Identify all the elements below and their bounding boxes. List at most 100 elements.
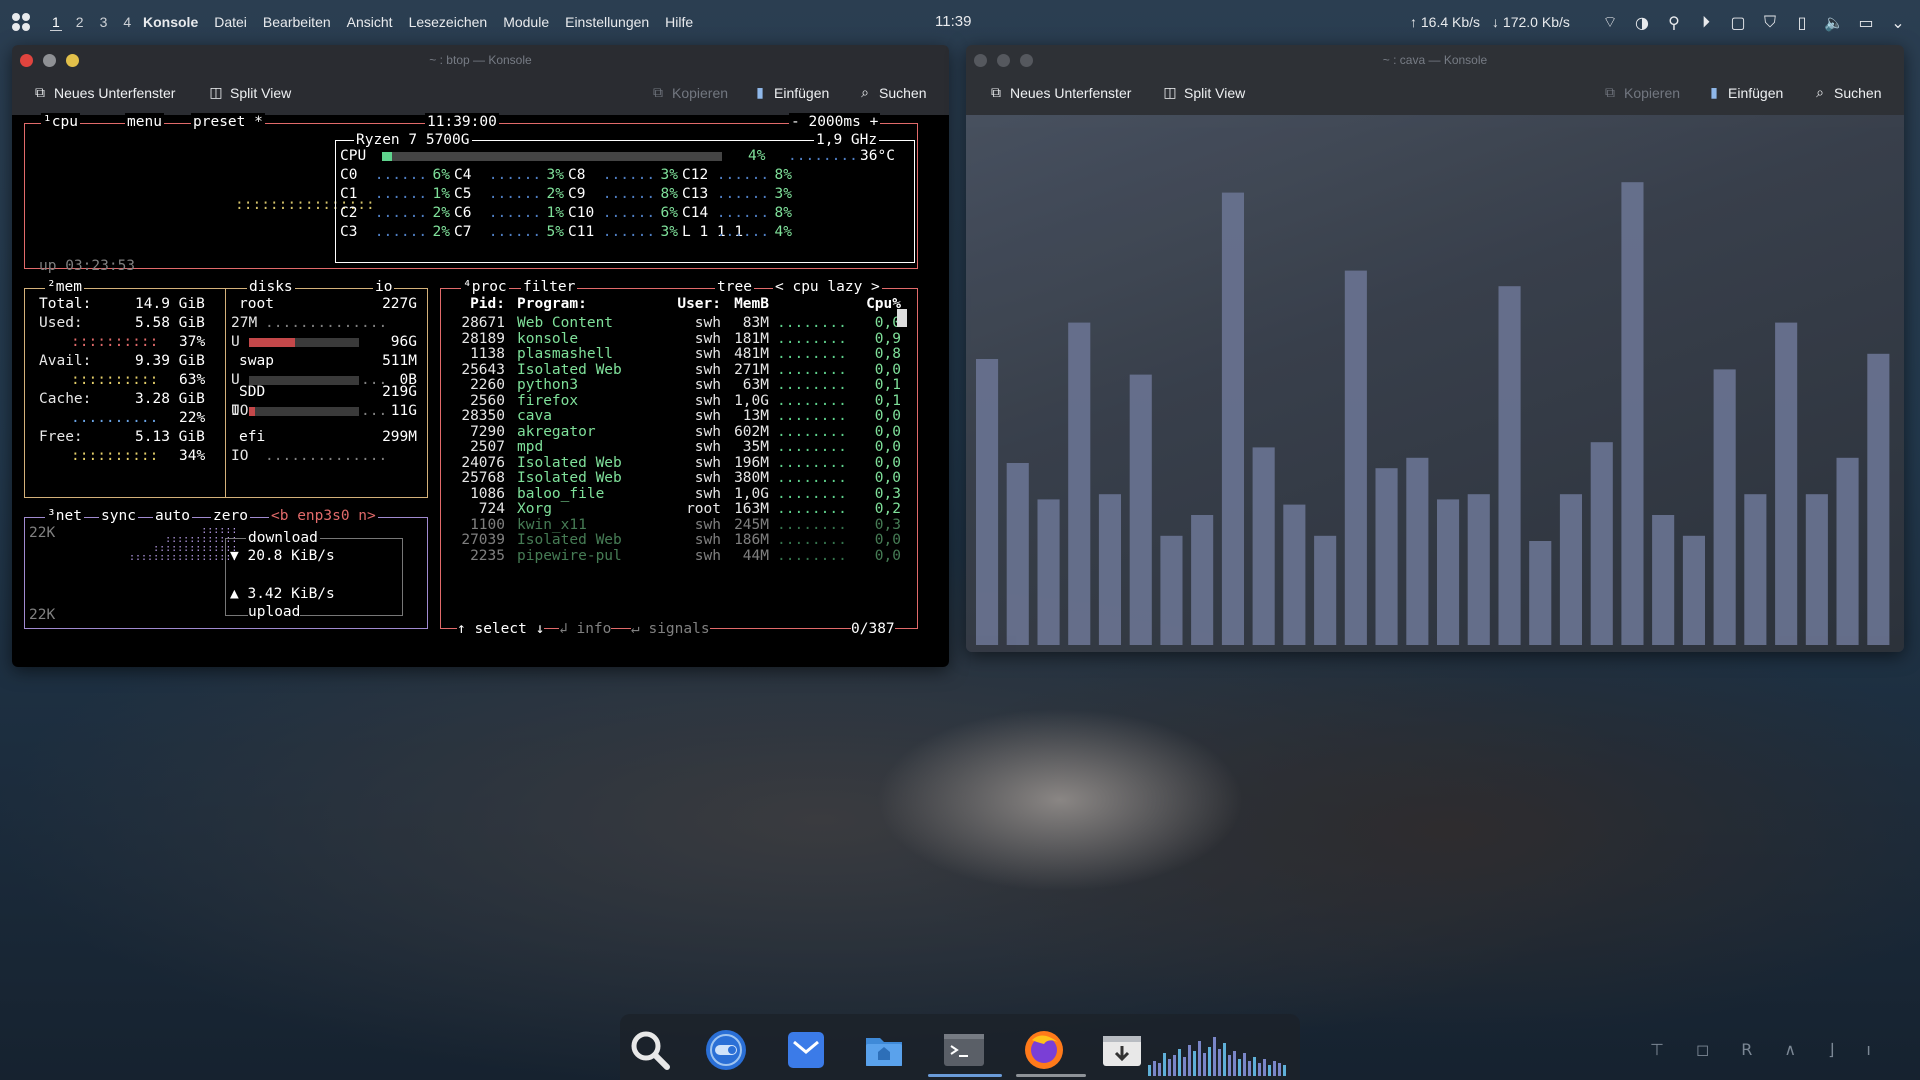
proc-row[interactable]: 27039 Isolated Web swh 186M 0,0........ (441, 531, 911, 548)
proc-signals[interactable]: ↵ signals (631, 620, 710, 639)
menu-tag[interactable]: menu (125, 113, 164, 132)
disk-io-graph: .............. (265, 315, 388, 331)
new-tab-icon: ⧉ (991, 85, 1001, 101)
workspace-3[interactable]: 3 (98, 14, 110, 31)
minimize-window-button[interactable] (43, 54, 56, 67)
proc-column-header[interactable]: Pid: (451, 295, 505, 314)
new-tab-icon: ⧉ (35, 85, 45, 101)
split-view-button[interactable]: ◫ Split View (208, 85, 291, 101)
search-button[interactable]: ⌕ Suchen (857, 85, 926, 101)
location-icon[interactable]: ⚲ (1664, 12, 1684, 32)
menu-lesezeichen[interactable]: Lesezeichen (409, 14, 488, 30)
proc-row[interactable]: 25768 Isolated Web swh 380M 0,0........ (441, 469, 911, 486)
audio-visualizer-icon[interactable] (1148, 1028, 1298, 1076)
rss-icon[interactable]: ⌔ (1600, 12, 1620, 32)
window-titlebar[interactable]: ~ : cava — Konsole (966, 45, 1904, 75)
preset-tag[interactable]: preset * (191, 113, 265, 132)
app-launcher-icon[interactable] (12, 13, 30, 31)
btop-terminal[interactable]: ¹cpu menu preset * 11:39:00 - 2000ms + :… (12, 113, 949, 667)
files-icon[interactable] (862, 1028, 906, 1072)
split-view-button[interactable]: ◫ Split View (1162, 85, 1245, 101)
chevron-down-icon[interactable]: ⌄ (1888, 12, 1908, 32)
visualizer-bar (1153, 1061, 1156, 1076)
cpu-core-label: C13 (682, 186, 709, 202)
volume-icon[interactable]: 🔈 (1824, 12, 1844, 32)
toggle-icon[interactable] (704, 1028, 748, 1072)
proc-row[interactable]: 1086 baloo_file swh 1,0G 0,3........ (441, 485, 911, 502)
media-play-icon[interactable]: ⏵ (1696, 12, 1716, 32)
workspace-2[interactable]: 2 (74, 14, 86, 31)
search-button[interactable]: ⌕ Suchen (1812, 85, 1881, 101)
proc-row[interactable]: 2507 mpd swh 35M 0,0........ (441, 438, 911, 455)
menu-hilfe[interactable]: Hilfe (665, 14, 693, 30)
cava-bar (1375, 468, 1398, 645)
net-interface-tag[interactable]: <b enp3s0 n> (269, 507, 378, 526)
close-window-button[interactable] (974, 54, 987, 67)
maximize-window-button[interactable] (1020, 54, 1033, 67)
shield-icon[interactable]: ⛉ (1760, 12, 1780, 32)
workspace-4[interactable]: 4 (121, 14, 133, 31)
proc-row[interactable]: 25643 Isolated Web swh 271M 0,0........ (441, 361, 911, 378)
proc-column-header[interactable]: User: (665, 295, 721, 314)
proc-column-header[interactable]: MemB (723, 295, 769, 314)
paste-button[interactable]: ▮ Einfügen (752, 85, 829, 101)
new-tab-button[interactable]: ⧉ Neues Unterfenster (32, 85, 175, 101)
menu-bearbeiten[interactable]: Bearbeiten (263, 14, 331, 30)
cava-terminal[interactable] (966, 115, 1904, 652)
net-box: ³net sync auto zero <b enp3s0 n> 22K 22K… (24, 507, 428, 629)
proc-select[interactable]: ↑ select ↓ (457, 620, 545, 639)
proc-row[interactable]: 2235 pipewire-pul swh 44M 0,0........ (441, 547, 911, 564)
battery-icon[interactable]: ▯ (1792, 12, 1812, 32)
terminal-icon[interactable] (942, 1028, 986, 1072)
search-icon[interactable] (628, 1028, 672, 1072)
proc-row[interactable]: 28671 Web Content swh 83M 0,0........ (441, 314, 911, 331)
proc-row[interactable]: 1100 kwin_x11 swh 245M 0,3........ (441, 516, 911, 533)
app-name[interactable]: Konsole (143, 14, 198, 30)
visualizer-bar (1208, 1047, 1211, 1076)
proc-row[interactable]: 1138 plasmashell swh 481M 0,8........ (441, 345, 911, 362)
proc-row[interactable]: 24076 Isolated Web swh 196M 0,0........ (441, 454, 911, 471)
update-interval[interactable]: - 2000ms + (789, 113, 881, 132)
new-tab-button[interactable]: ⧉ Neues Unterfenster (988, 85, 1131, 101)
cpu-tag[interactable]: ¹cpu (41, 113, 80, 132)
copy-label: Kopieren (672, 85, 729, 101)
proc-column-header[interactable]: Program: (517, 295, 657, 314)
visualizer-bar (1223, 1043, 1226, 1076)
menu-datei[interactable]: Datei (214, 14, 247, 30)
paste-label: Einfügen (1728, 85, 1784, 101)
proc-column-header[interactable]: Cpu% (851, 295, 901, 314)
visualizer-bar (1238, 1059, 1241, 1076)
paste-button[interactable]: ▮ Einfügen (1706, 85, 1783, 101)
copy-button[interactable]: ⧉ Kopieren (650, 85, 728, 101)
proc-scrollbar[interactable] (897, 309, 907, 327)
menu-module[interactable]: Module (503, 14, 549, 30)
clipboard-icon[interactable]: ▢ (1728, 12, 1748, 32)
proc-info[interactable]: ↲ info (559, 620, 612, 639)
display-icon[interactable]: ▭ (1856, 12, 1876, 32)
downloads-icon[interactable] (1100, 1028, 1144, 1072)
download-speed: ▼ 20.8 KiB/s (230, 548, 335, 564)
proc-row[interactable]: 7290 akregator swh 602M 0,0........ (441, 423, 911, 440)
minimize-window-button[interactable] (997, 54, 1010, 67)
visualizer-bar (1203, 1053, 1206, 1076)
net-auto-tag[interactable]: auto (153, 507, 192, 526)
window-titlebar[interactable]: ~ : btop — Konsole (12, 45, 949, 75)
proc-row[interactable]: 28350 cava swh 13M 0,0........ (441, 407, 911, 424)
copy-button[interactable]: ⧉ Kopieren (1602, 85, 1680, 101)
proc-row[interactable]: 28189 konsole swh 181M 0,9........ (441, 330, 911, 347)
proc-row[interactable]: 2260 python3 swh 63M 0,1........ (441, 376, 911, 393)
net-zero-tag[interactable]: zero (211, 507, 250, 526)
proc-row[interactable]: 724 Xorg root 163M 0,2........ (441, 500, 911, 517)
menu-ansicht[interactable]: Ansicht (347, 14, 393, 30)
firefox-icon[interactable] (1022, 1028, 1066, 1072)
proc-row[interactable]: 2560 firefox swh 1,0G 0,1........ (441, 392, 911, 409)
net-sync-tag[interactable]: sync (99, 507, 138, 526)
maximize-window-button[interactable] (66, 54, 79, 67)
close-window-button[interactable] (20, 54, 33, 67)
corner-glyph: ı (1866, 1040, 1871, 1059)
mail-icon[interactable] (784, 1028, 828, 1072)
night-mode-icon[interactable]: ◑ (1632, 12, 1652, 32)
clock[interactable]: 11:39 (935, 13, 971, 30)
workspace-1[interactable]: 1 (50, 14, 62, 31)
menu-einstellungen[interactable]: Einstellungen (565, 14, 649, 30)
